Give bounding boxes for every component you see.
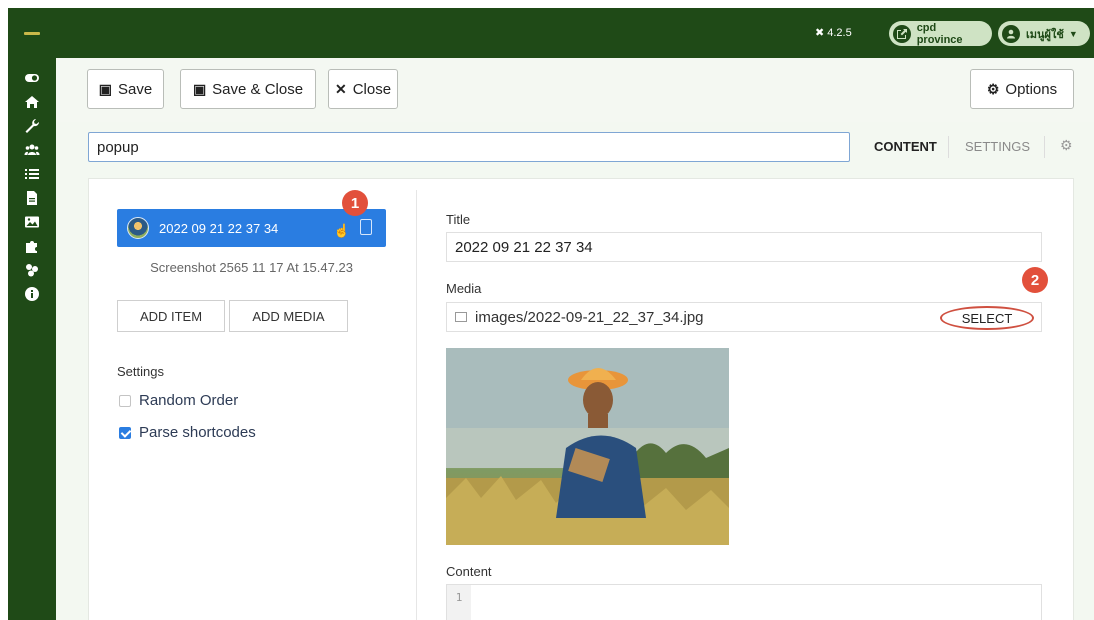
annotation-badge: 1 (342, 190, 368, 216)
site-link-button[interactable]: cpd province (889, 21, 992, 46)
farmer-photo (446, 348, 729, 545)
toggle-icon[interactable] (8, 66, 56, 90)
tab-settings[interactable]: SETTINGS (965, 139, 1030, 154)
wrench-icon[interactable] (8, 114, 56, 138)
title-label: Title (446, 212, 471, 227)
checkbox-checked[interactable] (119, 426, 131, 439)
user-menu-button[interactable]: เมนูผู้ใช้ ▼ (998, 21, 1090, 46)
hand-cursor-icon: ☝ (333, 223, 350, 238)
home-icon[interactable] (8, 90, 56, 114)
slide-caption: Screenshot 2565 11 17 At 15.47.23 (150, 260, 353, 275)
checkbox-unchecked[interactable] (119, 394, 131, 407)
tab-content[interactable]: CONTENT (874, 139, 937, 154)
gear-icon: ⚙ (986, 80, 1000, 97)
trash-icon[interactable] (360, 219, 372, 235)
options-button[interactable]: ⚙ Options (970, 69, 1074, 109)
line-number: 1 (447, 585, 471, 620)
settings-heading: Settings (117, 364, 164, 379)
parse-shortcodes-checkbox[interactable]: Parse shortcodes (119, 424, 256, 441)
user-icon (1002, 24, 1020, 43)
media-label: Media (446, 281, 482, 296)
info-icon[interactable] (8, 282, 56, 306)
app-window: ✖ 4.2.5 cpd province เมนูผู้ใช้ ▼ ▣ Save… (8, 8, 1094, 620)
components-icon[interactable] (8, 258, 56, 282)
save-icon: ▣ (98, 80, 113, 97)
top-header: ✖ 4.2.5 cpd province เมนูผู้ใช้ ▼ (56, 8, 1094, 58)
media-preview-image (446, 348, 729, 545)
users-icon[interactable] (8, 138, 56, 162)
annotation-badge: 2 (1022, 267, 1048, 293)
image-icon (455, 312, 467, 322)
save-icon: ▣ (192, 80, 207, 97)
image-icon[interactable] (8, 210, 56, 234)
sidebar (8, 8, 56, 620)
file-icon[interactable] (8, 186, 56, 210)
external-link-icon (893, 24, 911, 43)
sidebar-menu (8, 66, 56, 306)
module-title-input[interactable] (88, 132, 850, 162)
content-code-editor[interactable]: 1 (446, 584, 1042, 620)
add-media-button[interactable]: ADD MEDIA (229, 300, 348, 332)
puzzle-icon[interactable] (8, 234, 56, 258)
slide-title-field[interactable]: 2022 09 21 22 37 34 (446, 232, 1042, 262)
panel-divider (416, 190, 417, 620)
version-label: ✖ 4.2.5 (815, 26, 852, 40)
logo[interactable] (8, 8, 56, 58)
close-icon: ✕ (334, 80, 347, 97)
random-order-checkbox[interactable]: Random Order (119, 392, 238, 409)
joomla-icon: ✖ (815, 27, 825, 39)
slide-item-label: 2022 09 21 22 37 34 (159, 220, 279, 236)
tab-divider (948, 136, 949, 158)
add-item-button[interactable]: ADD ITEM (117, 300, 225, 332)
save-button[interactable]: ▣ Save (87, 69, 164, 109)
save-close-button[interactable]: ▣ Save & Close (180, 69, 316, 109)
close-button[interactable]: ✕ Close (328, 69, 398, 109)
select-button[interactable]: SELECT (940, 306, 1034, 330)
gear-icon[interactable]: ⚙ (1060, 137, 1073, 154)
list-icon[interactable] (8, 162, 56, 186)
content-label: Content (446, 564, 492, 579)
slide-thumbnail (127, 217, 149, 239)
toolbar: ▣ Save ▣ Save & Close ✕ Close ⚙ Options (56, 58, 1094, 122)
chevron-down-icon: ▼ (1068, 28, 1078, 39)
slide-item[interactable]: 2022 09 21 22 37 34 ☝ (117, 209, 386, 247)
tab-divider (1044, 136, 1045, 158)
